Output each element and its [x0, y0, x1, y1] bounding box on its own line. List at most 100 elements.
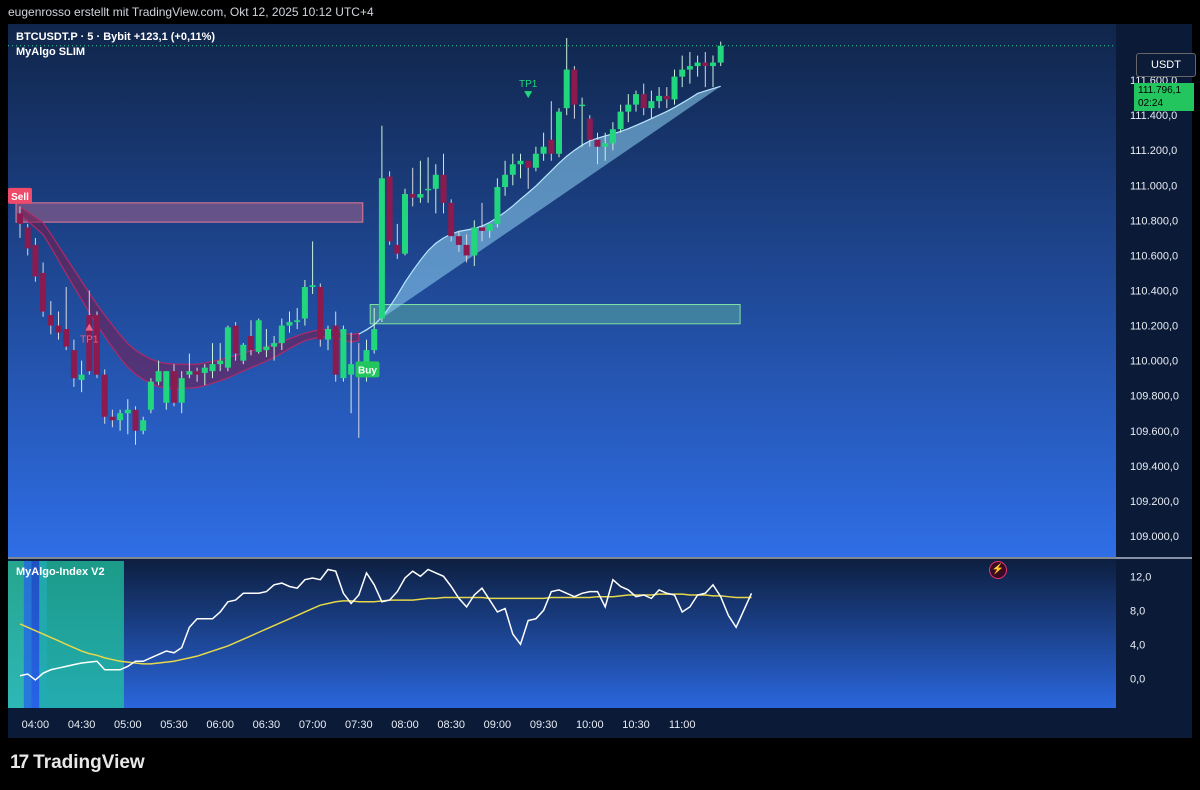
- candle-body[interactable]: [224, 327, 231, 368]
- candle-body[interactable]: [710, 62, 716, 67]
- bolt-icon[interactable]: ⚡: [989, 561, 1007, 579]
- candle-body[interactable]: [248, 336, 254, 351]
- candle-body[interactable]: [40, 272, 47, 312]
- candle-body[interactable]: [394, 244, 401, 254]
- candle-body[interactable]: [563, 69, 570, 109]
- candle-body[interactable]: [101, 374, 108, 417]
- candle-body[interactable]: [317, 286, 324, 340]
- candle-body[interactable]: [640, 94, 647, 109]
- candle-body[interactable]: [371, 329, 378, 351]
- candle-body[interactable]: [32, 244, 39, 277]
- chart-frame[interactable]: Sell TP1 Buy TP1 111.600,0 111.400,0 111.200,…: [8, 24, 1196, 738]
- candle-body[interactable]: [617, 111, 624, 130]
- candle-body[interactable]: [586, 118, 593, 140]
- candle-body[interactable]: [556, 111, 562, 154]
- candle-body[interactable]: [340, 329, 347, 379]
- candle-body[interactable]: [140, 420, 147, 431]
- candle-body[interactable]: [663, 95, 670, 100]
- candle-body[interactable]: [332, 325, 339, 375]
- candle-body[interactable]: [132, 409, 139, 431]
- candle-body[interactable]: [17, 213, 23, 224]
- candle-body[interactable]: [602, 143, 609, 147]
- candle-body[interactable]: [240, 344, 247, 361]
- candle-body[interactable]: [24, 227, 31, 249]
- candle-body[interactable]: [201, 367, 208, 373]
- candle-body[interactable]: [294, 320, 301, 323]
- candle-body[interactable]: [594, 139, 601, 147]
- candle-body[interactable]: [217, 360, 224, 365]
- candle-body[interactable]: [656, 95, 663, 102]
- main-pane[interactable]: [8, 24, 1116, 557]
- candle-body[interactable]: [194, 371, 201, 375]
- candle-body[interactable]: [494, 187, 501, 224]
- candle-body[interactable]: [186, 371, 193, 375]
- candle-body[interactable]: [440, 174, 447, 203]
- candle-body[interactable]: [471, 227, 478, 256]
- candle-body[interactable]: [155, 371, 162, 382]
- supply-zone[interactable]: [15, 202, 364, 223]
- candle-body[interactable]: [532, 153, 539, 168]
- candle-body[interactable]: [178, 378, 185, 403]
- chart-svg[interactable]: SellTP1BuyTP1 111.600,0111.400,0111.200,…: [8, 24, 1192, 738]
- candle-body[interactable]: [63, 329, 70, 347]
- candle-body[interactable]: [378, 178, 385, 319]
- candle-body[interactable]: [579, 104, 586, 107]
- candle-body[interactable]: [255, 320, 262, 352]
- candle-body[interactable]: [702, 62, 709, 67]
- candle-body[interactable]: [232, 325, 239, 354]
- candle-body[interactable]: [55, 325, 62, 333]
- candle-body[interactable]: [402, 194, 408, 254]
- candle-body[interactable]: [648, 101, 655, 109]
- candle-body[interactable]: [301, 286, 308, 319]
- candle-body[interactable]: [70, 350, 77, 379]
- candle-body[interactable]: [525, 160, 532, 168]
- candle-body[interactable]: [463, 244, 470, 256]
- candle-body[interactable]: [409, 194, 416, 198]
- candle-body[interactable]: [486, 223, 493, 231]
- candle-body[interactable]: [47, 315, 54, 326]
- candle-body[interactable]: [78, 374, 85, 380]
- candle-body[interactable]: [679, 69, 686, 77]
- currency-button[interactable]: USDT: [1136, 53, 1196, 77]
- candle-body[interactable]: [694, 62, 701, 67]
- demand-zone[interactable]: [369, 304, 741, 325]
- candle-body[interactable]: [171, 371, 177, 403]
- candle-body[interactable]: [417, 194, 424, 198]
- candle-body[interactable]: [325, 329, 331, 340]
- candle-body[interactable]: [517, 160, 524, 165]
- candle-body[interactable]: [278, 325, 285, 344]
- symbol-legend[interactable]: BTCUSDT.P · 5 · Bybit +123,1 (+0,11%): [16, 31, 215, 43]
- candle-body[interactable]: [571, 69, 578, 105]
- tradingview-brand[interactable]: 17 TradingView: [10, 752, 145, 774]
- candle-body[interactable]: [425, 188, 432, 191]
- candle-body[interactable]: [432, 174, 439, 189]
- candle-body[interactable]: [633, 94, 639, 105]
- candle-body[interactable]: [671, 76, 678, 100]
- candle-body[interactable]: [717, 45, 724, 63]
- candle-body[interactable]: [540, 146, 547, 154]
- candle-body[interactable]: [109, 416, 116, 421]
- candle-body[interactable]: [147, 381, 154, 410]
- candle-body[interactable]: [455, 236, 462, 245]
- sub-pane[interactable]: [8, 559, 1116, 708]
- candle-body[interactable]: [163, 371, 170, 403]
- candle-body[interactable]: [263, 346, 270, 351]
- candle-body[interactable]: [117, 413, 124, 421]
- indicator-legend[interactable]: MyAlgo SLIM: [16, 46, 85, 58]
- candle-body[interactable]: [348, 364, 355, 375]
- candle-body[interactable]: [271, 343, 278, 347]
- candle-body[interactable]: [609, 129, 616, 144]
- candle-body[interactable]: [209, 364, 216, 372]
- candle-body[interactable]: [686, 66, 693, 70]
- candle-body[interactable]: [286, 322, 293, 326]
- candle-body[interactable]: [124, 409, 131, 414]
- candle-body[interactable]: [309, 285, 316, 287]
- candle-body[interactable]: [479, 227, 485, 231]
- candle-body[interactable]: [386, 176, 393, 242]
- candle-body[interactable]: [502, 174, 509, 188]
- candle-body[interactable]: [509, 164, 516, 175]
- sub-indicator-legend[interactable]: MyAlgo-Index V2: [16, 566, 105, 578]
- candle-body[interactable]: [625, 104, 632, 112]
- candle-body[interactable]: [448, 202, 455, 237]
- candle-body[interactable]: [548, 139, 555, 154]
